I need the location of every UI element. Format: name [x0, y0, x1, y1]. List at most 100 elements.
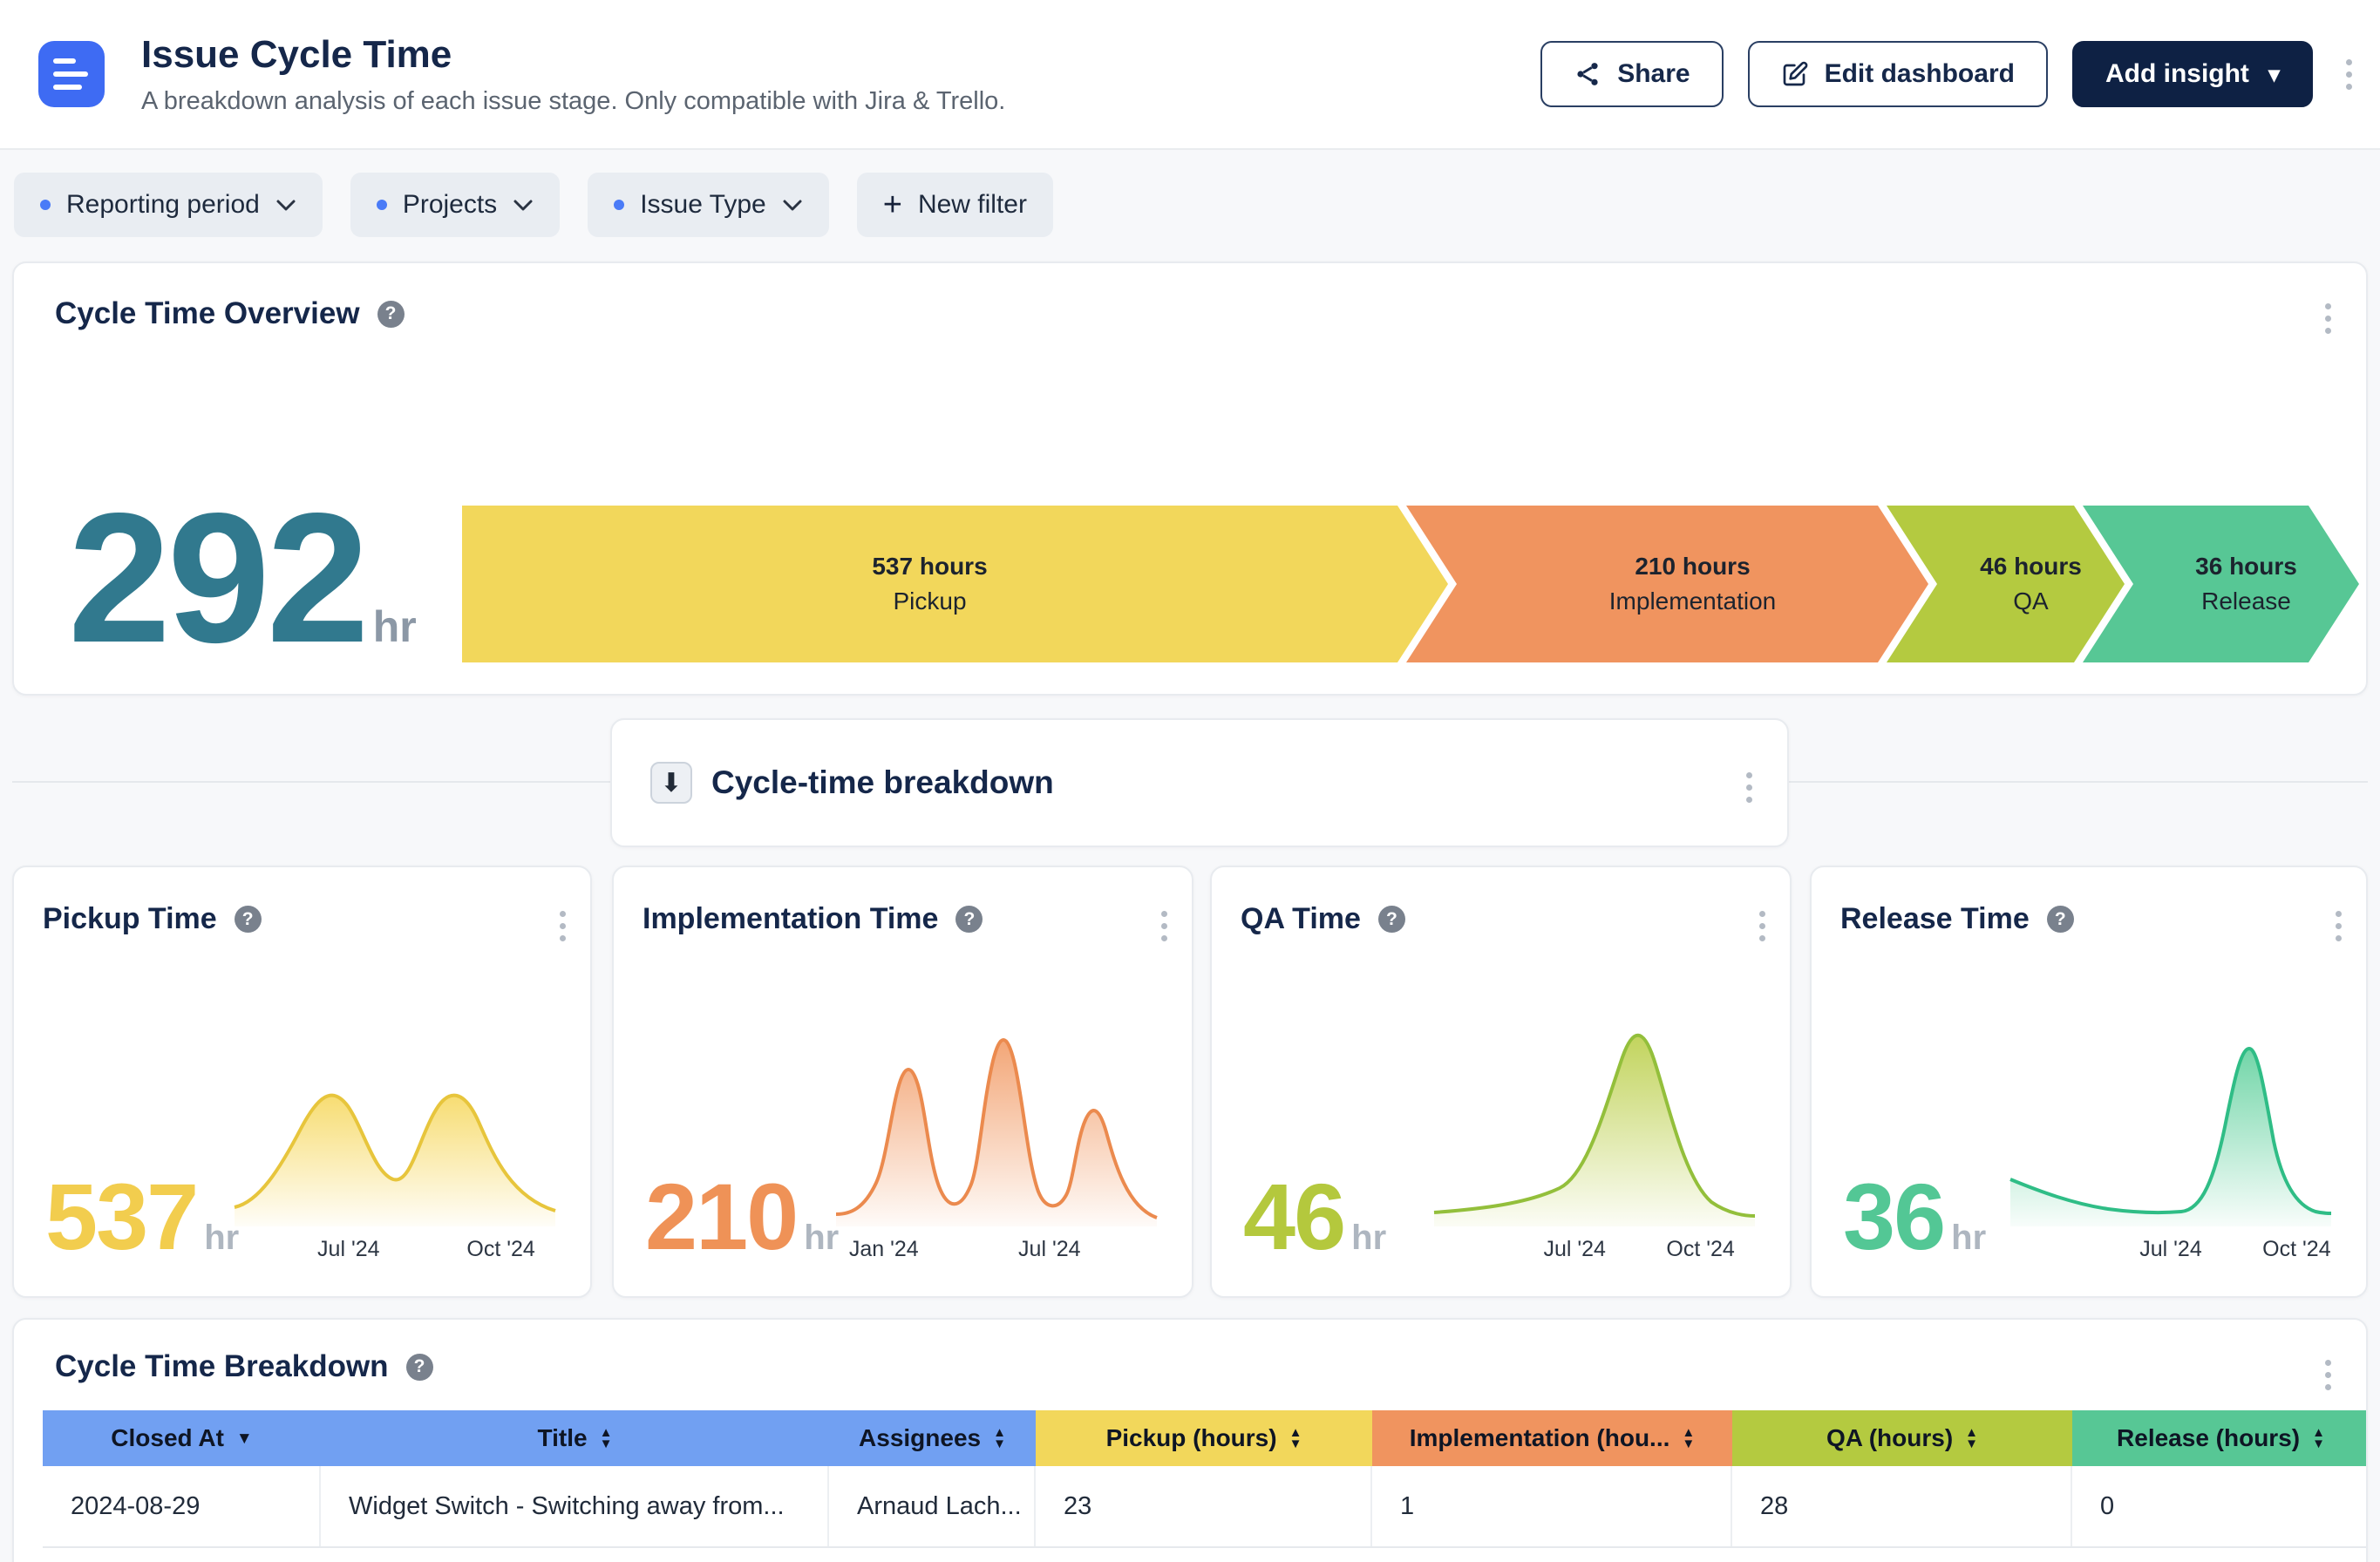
- release-card-menu-icon[interactable]: [2327, 902, 2350, 950]
- chevron-down-icon: [782, 199, 803, 212]
- qa-x-axis: Jul '24 Oct '24: [1429, 1228, 1760, 1261]
- implementation-card-header: Implementation Time ?: [643, 902, 983, 936]
- sort-desc-icon: ▼: [236, 1430, 253, 1447]
- overview-card-title: Cycle Time Overview: [55, 296, 360, 331]
- release-hours-unit: hr: [1951, 1219, 1986, 1258]
- add-insight-button[interactable]: Add insight ▾: [2072, 41, 2313, 107]
- column-header-assignees[interactable]: Assignees ▲▼: [829, 1410, 1036, 1466]
- column-label: QA (hours): [1826, 1424, 1953, 1452]
- header-actions: Share Edit dashboard Add insight ▾: [1540, 41, 2361, 107]
- cell-qa-hours: 28: [1732, 1466, 2072, 1546]
- section-divider-left: [12, 781, 610, 783]
- table-card-header: Cycle Time Breakdown ?: [55, 1349, 433, 1384]
- implementation-value: 210 hr: [645, 1179, 839, 1258]
- pickup-x-axis: Jul '24 Oct '24: [229, 1228, 561, 1261]
- stage-label: Pickup: [893, 587, 966, 615]
- sort-icon: ▲▼: [1682, 1427, 1695, 1450]
- funnel-stage-pickup[interactable]: 537 hours Pickup: [462, 506, 1448, 662]
- implementation-x-axis: Jan '24 Jul '24: [831, 1228, 1162, 1261]
- qa-hours-unit: hr: [1351, 1219, 1386, 1258]
- banner-menu-icon[interactable]: [1737, 764, 1761, 812]
- pickup-area-chart: [229, 1002, 561, 1228]
- banner-title: Cycle-time breakdown: [711, 764, 1054, 801]
- cycle-time-breakdown-table-card: Cycle Time Breakdown ? Closed At ▼ Title…: [12, 1318, 2368, 1562]
- stage-label: QA: [2013, 587, 2048, 615]
- column-header-closed-at[interactable]: Closed At ▼: [43, 1410, 321, 1466]
- banner-content: ⬇ Cycle-time breakdown: [650, 720, 1054, 846]
- overview-card-menu-icon[interactable]: [2316, 295, 2340, 343]
- stage-label: Implementation: [1609, 587, 1776, 615]
- filter-projects[interactable]: Projects: [350, 173, 560, 237]
- x-tick: Jul '24: [1543, 1237, 1605, 1262]
- filter-issue-type[interactable]: Issue Type: [588, 173, 829, 237]
- release-value: 36 hr: [1843, 1179, 1986, 1258]
- menu-button[interactable]: [38, 41, 105, 107]
- qa-card-header: QA Time ?: [1241, 902, 1405, 936]
- share-button[interactable]: Share: [1540, 41, 1723, 107]
- release-sparkline: Jul '24 Oct '24: [2005, 1002, 2336, 1261]
- stage-hours: 210 hours: [1635, 553, 1750, 581]
- pickup-sparkline: Jul '24 Oct '24: [229, 1002, 561, 1261]
- column-header-pickup-hours[interactable]: Pickup (hours) ▲▼: [1036, 1410, 1372, 1466]
- help-icon[interactable]: ?: [2047, 906, 2074, 933]
- new-filter-button[interactable]: + New filter: [857, 173, 1053, 237]
- cell-assignees: Arnaud Lach...: [829, 1466, 1036, 1546]
- edit-dashboard-button[interactable]: Edit dashboard: [1748, 41, 2048, 107]
- cell-pickup-hours: 23: [1036, 1466, 1372, 1546]
- column-label: Pickup (hours): [1106, 1424, 1277, 1452]
- pickup-card-header: Pickup Time ?: [43, 902, 262, 936]
- implementation-card-menu-icon[interactable]: [1153, 902, 1176, 950]
- help-icon[interactable]: ?: [1378, 906, 1405, 933]
- total-cycle-time-unit: hr: [373, 601, 417, 652]
- help-icon[interactable]: ?: [955, 906, 983, 933]
- overview-card-header: Cycle Time Overview ?: [55, 296, 405, 331]
- cycle-time-breakdown-banner: ⬇ Cycle-time breakdown: [610, 718, 1789, 847]
- edit-icon: [1781, 60, 1809, 88]
- section-divider-right: [1789, 781, 2368, 783]
- dashboard-page: Issue Cycle Time A breakdown analysis of…: [0, 0, 2380, 1562]
- header-text: Issue Cycle Time A breakdown analysis of…: [141, 33, 1005, 116]
- release-card-title: Release Time: [1840, 902, 2030, 936]
- down-arrow-emoji-icon: ⬇: [650, 762, 692, 804]
- plus-icon: +: [883, 187, 902, 224]
- help-icon[interactable]: ?: [377, 301, 405, 328]
- pickup-card-menu-icon[interactable]: [551, 902, 575, 950]
- release-x-axis: Jul '24 Oct '24: [2005, 1228, 2336, 1261]
- qa-sparkline: Jul '24 Oct '24: [1429, 1002, 1760, 1261]
- cell-release-hours: 0: [2072, 1466, 2368, 1546]
- help-icon[interactable]: ?: [235, 906, 262, 933]
- cycle-time-overview-card: Cycle Time Overview ? 292 hr 537 hours P…: [12, 261, 2368, 696]
- table-card-title: Cycle Time Breakdown: [55, 1349, 389, 1384]
- funnel-stage-implementation[interactable]: 210 hours Implementation: [1406, 506, 1928, 662]
- column-header-implementation-hours[interactable]: Implementation (hou... ▲▼: [1372, 1410, 1732, 1466]
- filter-reporting-period[interactable]: Reporting period: [14, 173, 323, 237]
- pickup-hours-unit: hr: [204, 1219, 239, 1258]
- qa-hours-value: 46: [1243, 1179, 1344, 1254]
- app-header: Issue Cycle Time A breakdown analysis of…: [0, 0, 2380, 150]
- qa-card-menu-icon[interactable]: [1751, 902, 1774, 950]
- implementation-time-card: Implementation Time ? Jan '24 Jul '24: [612, 866, 1193, 1298]
- pickup-card-title: Pickup Time: [43, 902, 217, 936]
- column-header-title[interactable]: Title ▲▼: [321, 1410, 829, 1466]
- share-icon: [1574, 60, 1601, 88]
- x-tick: Jan '24: [849, 1237, 919, 1262]
- release-time-card: Release Time ? Jul '24 Oct '24 36: [1810, 866, 2368, 1298]
- column-label: Closed At: [111, 1424, 224, 1452]
- table-row[interactable]: 2024-08-29 Widget Switch - Switching awa…: [43, 1466, 2368, 1548]
- sort-icon: ▲▼: [993, 1427, 1006, 1450]
- add-insight-label: Add insight: [2105, 59, 2249, 89]
- chevron-down-icon: [513, 199, 534, 212]
- implementation-hours-unit: hr: [804, 1219, 839, 1258]
- chevron-down-icon: [275, 199, 296, 212]
- header-overflow-menu-icon[interactable]: [2337, 51, 2361, 98]
- column-header-release-hours[interactable]: Release (hours) ▲▼: [2072, 1410, 2368, 1466]
- help-icon[interactable]: ?: [406, 1354, 433, 1381]
- column-label: Assignees: [859, 1424, 981, 1452]
- implementation-sparkline: Jan '24 Jul '24: [831, 1002, 1162, 1261]
- stage-hours: 46 hours: [1980, 553, 2082, 581]
- active-filter-dot: [377, 200, 387, 210]
- table-card-menu-icon[interactable]: [2316, 1351, 2340, 1399]
- column-header-qa-hours[interactable]: QA (hours) ▲▼: [1732, 1410, 2072, 1466]
- qa-time-card: QA Time ? Jul '24 Oct '24 46: [1210, 866, 1792, 1298]
- total-cycle-time-value: 292: [68, 506, 366, 649]
